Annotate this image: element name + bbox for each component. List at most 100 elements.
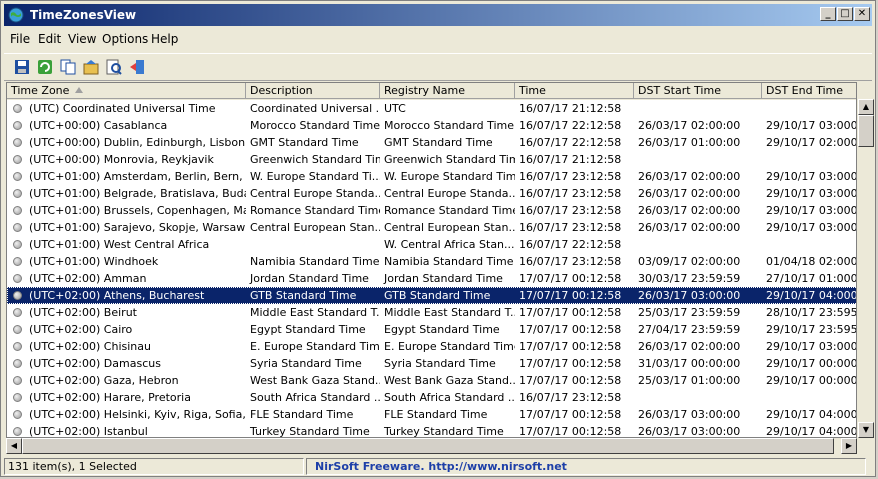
row-dst-start: 31/03/17 00:00:00 — [638, 357, 741, 370]
list-header: Time Zone Description Registry Name Time… — [7, 83, 856, 100]
table-row[interactable]: (UTC+02:00) Gaza, Hebron West Bank Gaza S… — [7, 372, 856, 389]
exit-icon[interactable] — [128, 58, 146, 76]
table-row[interactable]: (UTC+01:00) Amsterdam, Berlin, Bern, Ro.… — [7, 168, 856, 185]
save-icon[interactable] — [13, 58, 31, 76]
row-time-zone: (UTC+01:00) Belgrade, Bratislava, Budap.… — [29, 187, 246, 200]
scroll-up-button[interactable]: ▲ — [858, 99, 874, 115]
row-dst-start: 03/09/17 02:00:00 — [638, 255, 741, 268]
table-row[interactable]: (UTC+02:00) Amman Jordan Standard Time Jor… — [7, 270, 856, 287]
table-row[interactable]: (UTC+00:00) Dublin, Edinburgh, Lisbon, L… — [7, 134, 856, 151]
row-description: GMT Standard Time — [250, 136, 359, 149]
table-row[interactable]: (UTC+01:00) Brussels, Copenhagen, Mad...… — [7, 202, 856, 219]
table-row[interactable]: (UTC+00:00) Monrovia, Reykjavik Greenwich… — [7, 151, 856, 168]
menu-options[interactable]: Options — [102, 32, 148, 46]
title-bar: TimeZonesView _ □ ✕ — [4, 4, 872, 26]
row-registry-name: GMT Standard Time — [384, 136, 493, 149]
timezone-icon — [13, 393, 22, 402]
table-row[interactable]: (UTC+02:00) Helsinki, Kyiv, Riga, Sofia,… — [7, 406, 856, 423]
row-dst-start: 26/03/17 03:00:00 — [638, 289, 741, 302]
row-registry-name: Middle East Standard T... — [384, 306, 515, 319]
row-registry-name: GTB Standard Time — [384, 289, 491, 302]
column-header-registry-name[interactable]: Registry Name — [380, 83, 515, 99]
scroll-left-button[interactable]: ◀ — [6, 438, 22, 454]
row-description: Middle East Standard T... — [250, 306, 380, 319]
row-dst-end: 28/10/17 23:595... — [766, 306, 857, 319]
copy-icon[interactable] — [59, 58, 77, 76]
row-dst-start: 26/03/17 02:00:00 — [638, 119, 741, 132]
row-time: 16/07/17 23:12:58 — [519, 255, 622, 268]
row-registry-name: Greenwich Standard Time — [384, 153, 515, 166]
row-dst-start — [634, 389, 762, 406]
row-registry-name: FLE Standard Time — [384, 408, 488, 421]
row-dst-start: 26/03/17 03:00:00 — [638, 425, 741, 438]
timezone-icon — [13, 138, 22, 147]
horizontal-scrollbar[interactable]: ◀ ▶ — [6, 438, 857, 454]
row-time-zone: (UTC+01:00) Windhoek — [29, 255, 159, 268]
row-registry-name: Turkey Standard Time — [384, 425, 504, 438]
table-row[interactable]: (UTC+02:00) Athens, Bucharest GTB Standar… — [7, 287, 856, 304]
row-registry-name: West Bank Gaza Stand... — [384, 374, 515, 387]
table-row[interactable]: (UTC+02:00) Chisinau E. Europe Standard T… — [7, 338, 857, 355]
row-dst-end — [762, 100, 856, 117]
row-description: Namibia Standard Time — [250, 255, 380, 268]
row-time: 17/07/17 00:12:58 — [519, 425, 622, 438]
table-row[interactable]: (UTC+02:00) Harare, Pretoria South Africa… — [7, 389, 856, 406]
column-header-time-zone[interactable]: Time Zone — [7, 83, 246, 99]
row-time: 16/07/17 22:12:58 — [519, 119, 622, 132]
menu-edit[interactable]: Edit — [38, 32, 61, 46]
timezone-icon — [13, 342, 22, 351]
table-row[interactable]: (UTC+00:00) Casablanca Morocco Standard T… — [7, 117, 856, 134]
menu-file[interactable]: File — [10, 32, 30, 46]
column-header-description[interactable]: Description — [246, 83, 380, 99]
row-time-zone: (UTC+00:00) Casablanca — [29, 119, 168, 132]
row-dst-end — [762, 151, 856, 168]
column-header-dst-start[interactable]: DST Start Time — [634, 83, 762, 99]
timezone-icon — [13, 376, 22, 385]
column-header-dst-end[interactable]: DST End Time — [762, 83, 856, 99]
table-row[interactable]: (UTC+01:00) Belgrade, Bratislava, Budap.… — [7, 185, 856, 202]
vertical-scrollbar[interactable]: ▲ ▼ — [858, 99, 874, 438]
properties-icon[interactable] — [82, 58, 100, 76]
close-button[interactable]: ✕ — [854, 7, 870, 21]
maximize-button[interactable]: □ — [837, 7, 853, 21]
menu-help[interactable]: Help — [151, 32, 178, 46]
table-row[interactable]: (UTC+01:00) Sarajevo, Skopje, Warsaw, ..… — [7, 219, 857, 236]
row-dst-start: 25/03/17 01:00:00 — [638, 374, 741, 387]
minimize-button[interactable]: _ — [820, 7, 836, 21]
horizontal-scroll-thumb[interactable] — [22, 438, 834, 454]
table-row[interactable]: (UTC+02:00) Beirut Middle East Standard T… — [7, 304, 857, 321]
row-time-zone: (UTC+01:00) Amsterdam, Berlin, Bern, Ro.… — [29, 170, 246, 183]
row-dst-end: 29/10/17 00:000... — [766, 357, 857, 370]
table-row[interactable]: (UTC+01:00) West Central Africa W. Centra… — [7, 236, 856, 253]
row-dst-end: 29/10/17 03:000... — [766, 221, 857, 234]
status-nirsoft-link[interactable]: NirSoft Freeware. http://www.nirsoft.net — [306, 458, 866, 475]
refresh-icon[interactable] — [36, 58, 54, 76]
timezone-icon — [13, 257, 22, 266]
row-registry-name: Namibia Standard Time — [384, 255, 514, 268]
table-row[interactable]: (UTC+02:00) Istanbul Turkey Standard Time… — [7, 423, 856, 438]
vertical-scroll-thumb[interactable] — [858, 115, 874, 147]
timezone-icon — [13, 121, 22, 130]
table-row[interactable]: (UTC+02:00) Cairo Egypt Standard Time Egyp… — [7, 321, 856, 338]
row-time-zone: (UTC+00:00) Dublin, Edinburgh, Lisbon, L… — [29, 136, 246, 149]
menu-view[interactable]: View — [68, 32, 96, 46]
row-registry-name: W. Europe Standard Time — [384, 170, 515, 183]
find-icon[interactable] — [105, 58, 123, 76]
row-time-zone: (UTC+01:00) Sarajevo, Skopje, Warsaw, ..… — [29, 221, 246, 234]
timezone-list[interactable]: Time Zone Description Registry Name Time… — [6, 82, 857, 438]
row-dst-end: 29/10/17 03:000... — [766, 340, 857, 353]
row-time-zone: (UTC+01:00) West Central Africa — [29, 238, 210, 251]
scroll-down-button[interactable]: ▼ — [858, 422, 874, 438]
row-time: 17/07/17 00:12:58 — [519, 357, 622, 370]
table-row[interactable]: (UTC+02:00) Damascus Syria Standard Time S… — [7, 355, 857, 372]
timezone-icon — [13, 189, 22, 198]
scroll-right-button[interactable]: ▶ — [841, 438, 857, 454]
row-dst-start: 26/03/17 01:00:00 — [638, 136, 741, 149]
status-item-count: 131 item(s), 1 Selected — [4, 458, 304, 475]
table-row[interactable]: (UTC+01:00) Windhoek Namibia Standard Tim… — [7, 253, 856, 270]
column-header-time[interactable]: Time — [515, 83, 634, 99]
row-time-zone: (UTC+02:00) Cairo — [29, 323, 133, 336]
table-row[interactable]: (UTC) Coordinated Universal Time Coordina… — [7, 100, 856, 117]
row-time-zone: (UTC+02:00) Harare, Pretoria — [29, 391, 191, 404]
row-time: 17/07/17 00:12:58 — [519, 340, 622, 353]
